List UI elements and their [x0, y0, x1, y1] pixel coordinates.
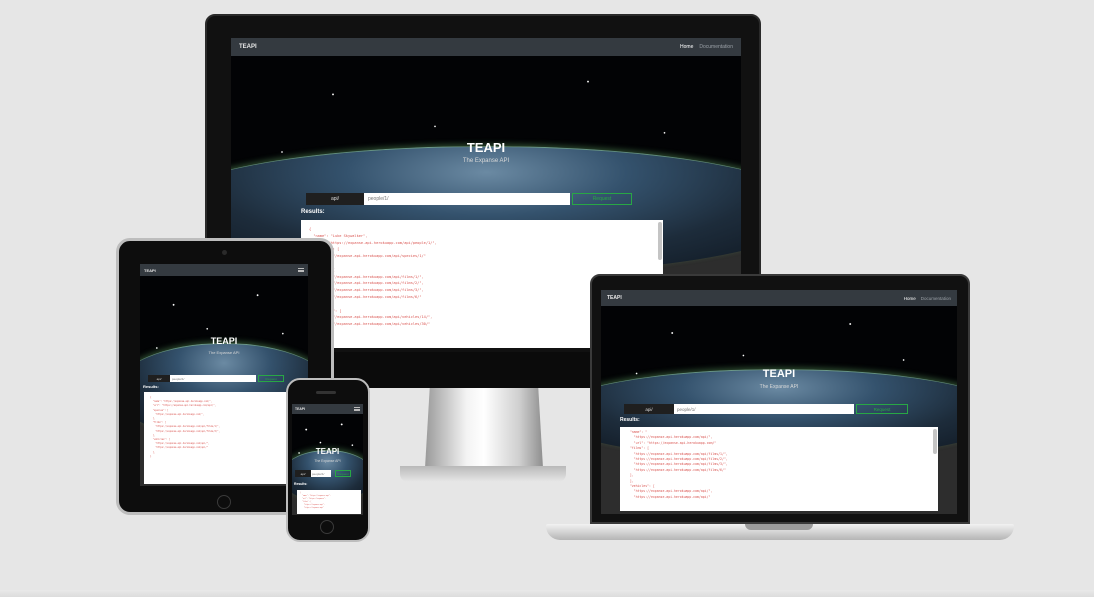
request-input[interactable]: people/1/ [170, 375, 256, 382]
results-label: Results: [143, 384, 159, 389]
code-line: "https://expanse-api" [300, 508, 324, 509]
hamburger-menu-icon[interactable] [354, 407, 360, 411]
request-prefix: api/ [306, 193, 364, 205]
hero-subtitle: The Expanse API [759, 384, 799, 390]
iphone-screen: TEAPI TEAPI The Expanse API api/ people/… [292, 404, 363, 515]
brand-link[interactable]: TEAPI [295, 407, 305, 411]
navbar: TEAPI Home Documentation [231, 38, 741, 56]
brand-link[interactable]: TEAPI [144, 268, 156, 273]
hero-title: TEAPI [315, 447, 340, 456]
nav-link-documentation[interactable]: Documentation [921, 296, 951, 301]
brand-link[interactable]: TEAPI [607, 295, 622, 301]
code-line: "name": "Luke Skywalker", [309, 233, 368, 238]
request-input[interactable]: people/1/ [311, 470, 331, 477]
navbar: TEAPI [292, 404, 363, 414]
results-box[interactable]: { "name": "https://expanse-api.herokuapp… [144, 392, 304, 484]
request-button[interactable]: Request [335, 470, 351, 477]
request-button[interactable]: Request [258, 375, 284, 382]
macbook-screen: TEAPI Home Documentation TEAPI The Expan… [601, 290, 957, 514]
ipad-camera [222, 250, 227, 255]
nav-links: Home Documentation [680, 44, 733, 50]
hero-title: TEAPI [466, 140, 506, 155]
code-line: "https://expanse-api.herokuapp.com/api/s… [309, 254, 426, 259]
code-line: "url": "https://expanse-api.herokuapp.co… [309, 240, 437, 245]
results-label: Results: [620, 417, 640, 423]
imac-stand [425, 388, 543, 468]
results-scrollbar[interactable] [658, 222, 662, 261]
nav-link-home[interactable]: Home [680, 44, 693, 50]
nav-links: Home Documentation [904, 296, 951, 301]
results-box[interactable]: "name": " "https://expanse-api.herokuapp… [620, 427, 938, 511]
request-prefix: api/ [148, 375, 170, 382]
imac-stand-base [400, 466, 566, 482]
hamburger-menu-icon[interactable] [298, 268, 304, 272]
code-line: } [150, 454, 152, 458]
navbar: TEAPI Home Documentation [601, 290, 957, 306]
hero-banner: TEAPI The Expanse API [292, 414, 363, 503]
hero-subtitle: The Expanse API [462, 158, 510, 164]
code-line: "films": [ [309, 267, 655, 274]
hero-subtitle: The Expanse API [314, 459, 341, 463]
hero-subtitle: The Expanse API [208, 350, 240, 355]
nav-link-documentation[interactable]: Documentation [699, 44, 733, 50]
hero-title: TEAPI [762, 368, 796, 380]
hero-banner: TEAPI The Expanse API [140, 276, 308, 440]
code-line: "species": [ [313, 247, 340, 252]
ipad-screen: TEAPI TEAPI The Expanse API api/ people/… [140, 264, 308, 486]
request-form: api/ people/1/ Request [295, 470, 351, 477]
request-form: api/ people/1/ Request [306, 193, 632, 205]
results-label: Results: [301, 209, 325, 215]
iphone-home-button [320, 520, 334, 534]
request-form: api/ people/1/ Request [624, 404, 908, 414]
hero-title: TEAPI [210, 336, 238, 346]
results-box[interactable]: { "name": "https://expanse-api", "url": … [297, 490, 361, 514]
request-prefix: api/ [624, 404, 674, 414]
brand-link[interactable]: TEAPI [239, 44, 257, 50]
request-input[interactable]: people/1/ [364, 193, 570, 205]
floor [0, 590, 1094, 597]
request-prefix: api/ [295, 470, 311, 477]
code-line: { [309, 227, 312, 231]
code-line: ], [309, 260, 655, 267]
hero-banner: TEAPI The Expanse API [601, 306, 957, 459]
ipad-home-button [217, 495, 231, 509]
code-line: "https://expanse-api.herokuapp.com/api/" [626, 494, 711, 499]
request-button[interactable]: Request [856, 404, 908, 414]
request-input[interactable]: people/1/ [674, 404, 854, 414]
results-label: Results: [294, 482, 308, 486]
request-form: api/ people/1/ Request [148, 375, 284, 382]
iphone-speaker [316, 391, 336, 394]
navbar: TEAPI [140, 264, 308, 276]
macbook-notch [745, 524, 813, 530]
nav-link-home[interactable]: Home [904, 296, 916, 301]
hero-banner: TEAPI The Expanse API [231, 56, 741, 274]
request-button[interactable]: Request [572, 193, 632, 205]
results-scrollbar[interactable] [933, 429, 937, 455]
